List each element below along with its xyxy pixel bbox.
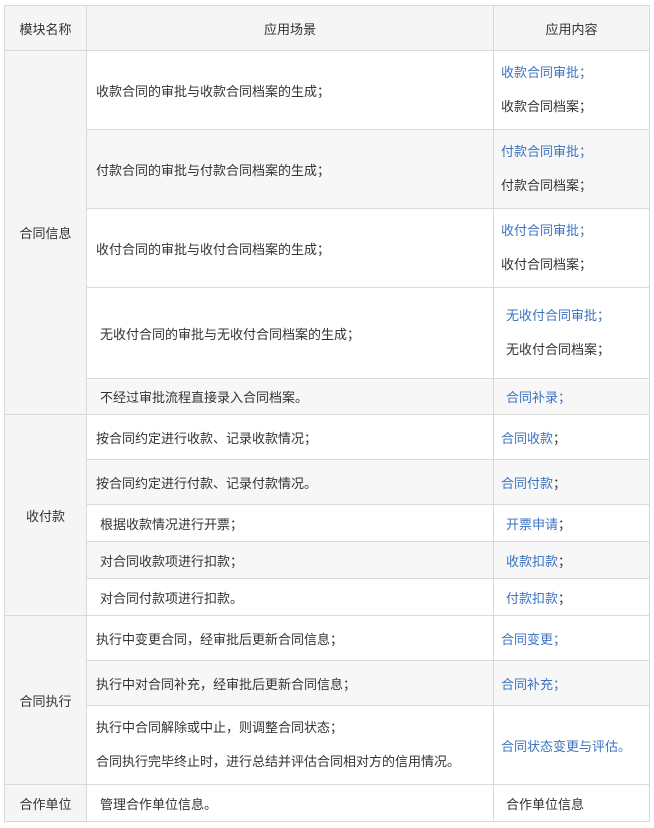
scene-cell: 对合同收款项进行扣款； [86, 541, 494, 579]
content-cell: 合同收款； [493, 414, 650, 460]
content-cell: 合同补充； [493, 660, 650, 706]
scene-cell: 无收付合同的审批与无收付合同档案的生成； [86, 287, 494, 379]
header-row: 模块名称 应用场景 应用内容 [4, 5, 650, 51]
scene-line: 执行中合同解除或中止，则调整合同状态； [96, 720, 344, 736]
content-cell: 付款扣款； [493, 578, 650, 616]
table-row: 付款合同的审批与付款合同档案的生成； 付款合同审批； 付款合同档案； [5, 129, 650, 209]
table-row: 收付合同的审批与收付合同档案的生成； 收付合同审批； 收付合同档案； [5, 208, 650, 288]
scene-cell: 根据收款情况进行开票； [86, 504, 494, 542]
content-link[interactable]: 合同补录； [506, 391, 571, 406]
scene-cell: 执行中变更合同，经审批后更新合同信息； [86, 615, 494, 661]
content-cell: 合作单位信息 [493, 784, 650, 822]
content-link[interactable]: 收付合同审批； [501, 223, 649, 240]
scene-cell: 对合同付款项进行扣款。 [86, 578, 494, 616]
content-cell: 开票申请； [493, 504, 650, 542]
scene-cell: 收付合同的审批与收付合同档案的生成； [86, 208, 494, 288]
separator: ； [553, 431, 567, 447]
module-cell: 收付款 [4, 414, 87, 616]
content-cell: 合同付款； [493, 459, 650, 505]
table-row: 对合同付款项进行扣款。 付款扣款； [5, 578, 650, 616]
table-row: 执行中对合同补充，经审批后更新合同信息； 合同补充； [5, 660, 650, 706]
content-link[interactable]: 开票申请 [506, 518, 558, 533]
content-link[interactable]: 合同变更； [501, 633, 566, 648]
table-row: 不经过审批流程直接录入合同档案。 合同补录； [5, 378, 650, 415]
separator: ； [558, 554, 572, 570]
content-cell: 收付合同审批； 收付合同档案； [493, 208, 650, 288]
content-link[interactable]: 合同付款 [501, 477, 553, 492]
content-cell: 付款合同审批； 付款合同档案； [493, 129, 650, 209]
content-link[interactable]: 付款合同审批； [501, 144, 649, 161]
content-link[interactable]: 收款扣款 [506, 555, 558, 570]
table-row: 合同执行 执行中变更合同，经审批后更新合同信息； 合同变更； [4, 615, 650, 785]
content-cell: 合同变更； [493, 615, 650, 661]
content-cell: 合同补录； [493, 378, 650, 415]
separator: ； [558, 517, 572, 533]
scene-cell: 不经过审批流程直接录入合同档案。 [86, 378, 494, 415]
table-row: 根据收款情况进行开票； 开票申请； [5, 504, 650, 542]
scene-cell: 收款合同的审批与收款合同档案的生成； [86, 50, 494, 130]
scene-cell: 付款合同的审批与付款合同档案的生成； [86, 129, 494, 209]
content-link[interactable]: 付款扣款 [506, 592, 558, 607]
content-cell: 收款合同审批； 收款合同档案； [493, 50, 650, 130]
separator: ； [558, 591, 572, 607]
header-scene: 应用场景 [86, 5, 494, 51]
content-link[interactable]: 合同补充； [501, 678, 566, 693]
scene-cell: 执行中合同解除或中止，则调整合同状态； 合同执行完毕终止时，进行总结并评估合同相… [86, 705, 494, 785]
scene-cell: 按合同约定进行付款、记录付款情况。 [86, 459, 494, 505]
content-text: 收付合同档案； [501, 257, 593, 273]
content-text: 无收付合同档案； [506, 342, 611, 358]
module-cell: 合同信息 [4, 50, 87, 415]
content-link[interactable]: 合同状态变更与评估。 [501, 740, 631, 755]
table-row: 无收付合同的审批与无收付合同档案的生成； 无收付合同审批； 无收付合同档案； [5, 287, 650, 379]
scene-cell: 执行中对合同补充，经审批后更新合同信息； [86, 660, 494, 706]
content-link[interactable]: 合同收款 [501, 432, 553, 447]
content-text: 收款合同档案； [501, 99, 593, 115]
module-cell: 合作单位 [4, 784, 87, 822]
content-link[interactable]: 收款合同审批； [501, 65, 649, 82]
scene-cell: 按合同约定进行收款、记录收款情况； [86, 414, 494, 460]
separator: ； [553, 476, 567, 492]
table-row: 合作单位 管理合作单位信息。 合作单位信息 [4, 784, 650, 822]
content-cell: 收款扣款； [493, 541, 650, 579]
module-cell: 合同执行 [4, 615, 87, 785]
content-cell: 无收付合同审批； 无收付合同档案； [493, 287, 650, 379]
content-cell: 合同状态变更与评估。 [493, 705, 650, 785]
table-row: 合同信息 收款合同的审批与收款合同档案的生成； 收款合同审批； 收款合同档案； [4, 50, 650, 415]
table-row: 对合同收款项进行扣款； 收款扣款； [5, 541, 650, 579]
table-row: 按合同约定进行付款、记录付款情况。 合同付款； [5, 459, 650, 505]
header-module: 模块名称 [4, 5, 87, 51]
scene-cell: 管理合作单位信息。 [86, 784, 494, 822]
scene-line: 合同执行完毕终止时，进行总结并评估合同相对方的信用情况。 [96, 754, 461, 770]
function-table: 模块名称 应用场景 应用内容 合同信息 收款合同的审批与收款合同档案的生成； 收… [4, 5, 650, 822]
table-row: 收付款 按合同约定进行收款、记录收款情况； 合同收款； [4, 414, 650, 616]
content-text: 付款合同档案； [501, 178, 593, 194]
content-link[interactable]: 无收付合同审批； [506, 308, 649, 325]
table-row: 执行中合同解除或中止，则调整合同状态； 合同执行完毕终止时，进行总结并评估合同相… [5, 705, 650, 785]
header-content: 应用内容 [493, 5, 650, 51]
